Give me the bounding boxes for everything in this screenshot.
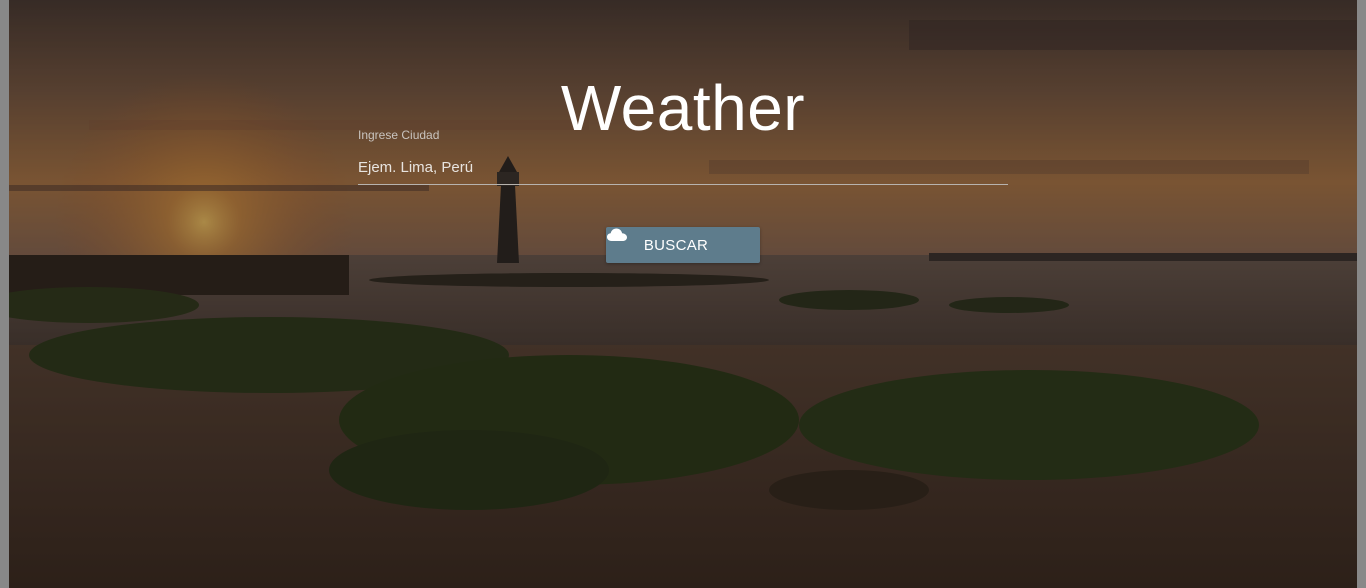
search-button[interactable]: BUSCAR <box>606 227 760 263</box>
city-input-label: Ingrese Ciudad <box>358 128 440 142</box>
city-input[interactable] <box>358 150 1008 185</box>
background-photo: Weather Ingrese Ciudad BUSCAR <box>9 0 1357 588</box>
browser-viewport: Weather Ingrese Ciudad BUSCAR <box>0 0 1366 588</box>
city-search-field: Ingrese Ciudad <box>358 128 1008 188</box>
search-button-label: BUSCAR <box>643 236 709 254</box>
